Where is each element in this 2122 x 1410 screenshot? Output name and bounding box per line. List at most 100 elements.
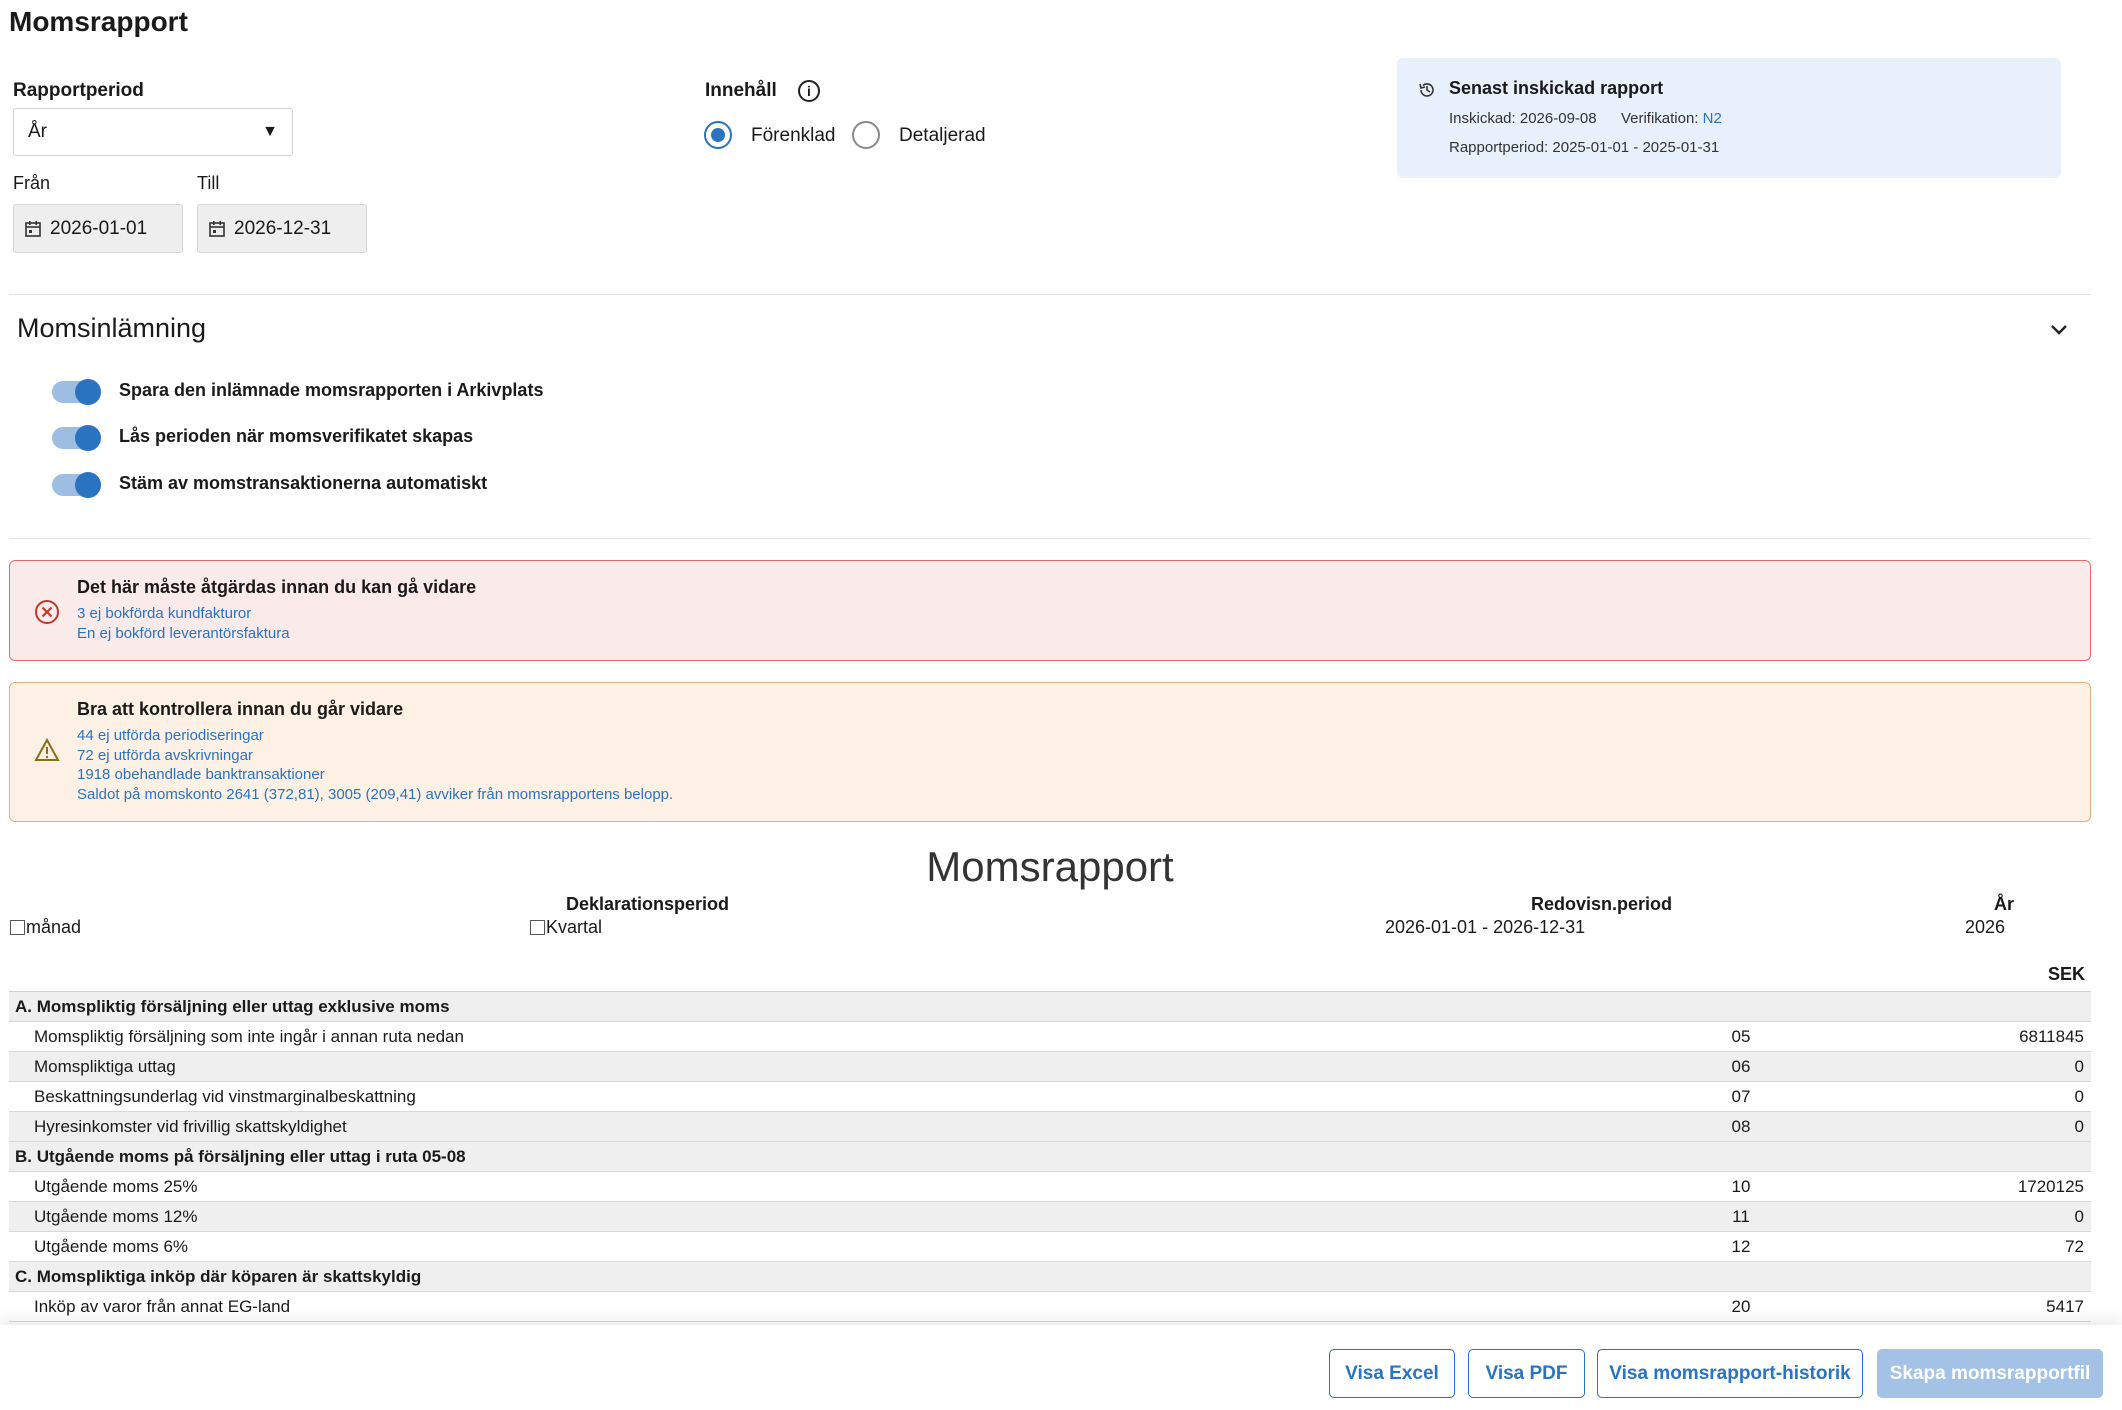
radio-detaljerad[interactable]: [852, 121, 880, 149]
last-report-period: Rapportperiod: 2025-01-01 - 2025-01-31: [1449, 139, 1720, 156]
period-select[interactable]: År ▼: [13, 108, 293, 156]
warning-triangle-icon: [34, 737, 60, 761]
toggle-reconcile-label: Stäm av momstransaktionerna automatiskt: [119, 473, 488, 493]
row-label: Utgående moms 12%: [9, 1201, 1691, 1232]
last-report-title: Senast inskickad rapport: [1449, 78, 1664, 98]
row-code: 11: [1691, 1201, 1791, 1232]
row-label: Momspliktiga uttag: [9, 1051, 1691, 1082]
table-section-row: C. Momspliktiga inköp där köparen är ska…: [9, 1261, 2091, 1292]
caret-down-icon: ▼: [262, 123, 278, 140]
create-report-file-button[interactable]: Skapa momsrapportfil: [1877, 1349, 2103, 1398]
verification-link[interactable]: N2: [1703, 110, 1722, 127]
section-label: A. Momspliktig försäljning eller uttag e…: [9, 991, 2091, 1022]
submitted-date: Inskickad: 2026-09-08: [1449, 110, 1597, 127]
row-label: Hyresinkomster vid frivillig skattskyldi…: [9, 1111, 1691, 1142]
history-icon: [1419, 83, 1434, 97]
submission-title: Momsinlämning: [17, 313, 207, 343]
warning-link-vat-balance[interactable]: Saldot på momskonto 2641 (372,81), 3005 …: [77, 786, 673, 803]
divider: [9, 538, 2091, 539]
row-code: 05: [1691, 1021, 1791, 1052]
radio-detaljerad-label: Detaljerad: [899, 125, 986, 146]
page-title: Momsrapport: [9, 6, 188, 37]
period-select-value: År: [28, 121, 47, 142]
table-row: Inköp av varor från annat EG-land 20 5417: [9, 1291, 2091, 1322]
table-row: Momspliktig försäljning som inte ingår i…: [9, 1021, 2091, 1052]
row-code: 07: [1691, 1081, 1791, 1112]
year-label: År: [1994, 894, 2015, 914]
show-history-button[interactable]: Visa momsrapport-historik: [1597, 1349, 1863, 1398]
year-value: 2026: [1965, 917, 2006, 937]
quarter-checkbox[interactable]: [530, 920, 545, 935]
table-row: Utgående moms 6% 12 72: [9, 1231, 2091, 1262]
row-value: 1720125: [1791, 1171, 2091, 1202]
row-code: 20: [1691, 1291, 1791, 1322]
toggle-save-archive[interactable]: [52, 379, 101, 405]
currency-label: SEK: [2048, 964, 2086, 984]
info-icon[interactable]: i: [798, 80, 820, 102]
content-label: Innehåll: [705, 80, 777, 101]
table-section-row: B. Utgående moms på försäljning eller ut…: [9, 1141, 2091, 1172]
row-label: Utgående moms 6%: [9, 1231, 1691, 1262]
last-report-submitted: Inskickad: 2026-09-08 Verifikation: N2: [1449, 110, 1722, 127]
row-value: 0: [1791, 1201, 2091, 1232]
table-row: Momspliktiga uttag 06 0: [9, 1051, 2091, 1082]
from-date-value: 2026-01-01: [50, 217, 148, 239]
from-date-field[interactable]: 2026-01-01: [13, 204, 183, 253]
warning-link-depreciations[interactable]: 72 ej utförda avskrivningar: [77, 747, 253, 764]
row-value: 0: [1791, 1081, 2091, 1112]
error-alert-title: Det här måste åtgärdas innan du kan gå v…: [77, 577, 477, 597]
warning-link-periodizations[interactable]: 44 ej utförda periodiseringar: [77, 727, 264, 744]
warning-alert-title: Bra att kontrollera innan du går vidare: [77, 699, 404, 719]
show-excel-button[interactable]: Visa Excel: [1329, 1349, 1455, 1398]
from-label: Från: [13, 173, 51, 193]
row-value: 6811845: [1791, 1021, 2091, 1052]
row-value: 0: [1791, 1051, 2091, 1082]
accounting-period-value: 2026-01-01 - 2026-12-31: [1385, 917, 1586, 937]
error-alert: Det här måste åtgärdas innan du kan gå v…: [9, 560, 2091, 661]
calendar-icon: [209, 220, 225, 237]
warning-alert: Bra att kontrollera innan du går vidare …: [9, 682, 2091, 822]
table-row: Utgående moms 12% 11 0: [9, 1201, 2091, 1232]
radio-forenklad[interactable]: [704, 121, 732, 149]
row-label: Momspliktig försäljning som inte ingår i…: [9, 1021, 1691, 1052]
toggle-save-archive-label: Spara den inlämnade momsrapporten i Arki…: [119, 380, 544, 400]
quarter-label: Kvartal: [546, 917, 603, 937]
show-pdf-button[interactable]: Visa PDF: [1468, 1349, 1585, 1398]
row-code: 12: [1691, 1231, 1791, 1262]
to-date-value: 2026-12-31: [234, 217, 332, 239]
table-row: Utgående moms 25% 10 1720125: [9, 1171, 2091, 1202]
section-label: C. Momspliktiga inköp där köparen är ska…: [9, 1261, 2091, 1292]
section-label: B. Utgående moms på försäljning eller ut…: [9, 1141, 2091, 1172]
to-label: Till: [197, 173, 220, 193]
to-date-field[interactable]: 2026-12-31: [197, 204, 367, 253]
row-code: 06: [1691, 1051, 1791, 1082]
radio-forenklad-label: Förenklad: [751, 125, 836, 146]
warning-link-bank-transactions[interactable]: 1918 obehandlade banktransaktioner: [77, 766, 325, 783]
toggle-lock-period-label: Lås perioden när momsverifikatet skapas: [119, 426, 474, 446]
declaration-period-label: Deklarationsperiod: [566, 894, 730, 914]
report-table: A. Momspliktig försäljning eller uttag e…: [9, 991, 2091, 1322]
error-link-supplier-invoice[interactable]: En ej bokförd leverantörsfaktura: [77, 625, 290, 642]
divider: [9, 294, 2091, 295]
month-checkbox[interactable]: [10, 920, 25, 935]
accounting-period-label: Redovisn.period: [1531, 894, 1673, 914]
last-report-panel: Senast inskickad rapport Inskickad: 2026…: [1397, 58, 2061, 178]
row-label: Inköp av varor från annat EG-land: [9, 1291, 1691, 1322]
error-circle-x-icon: [35, 600, 59, 624]
verification-label: Verifikation:: [1620, 110, 1699, 127]
period-label: Rapportperiod: [13, 80, 144, 101]
toggle-lock-period[interactable]: [52, 425, 101, 451]
row-label: Beskattningsunderlag vid vinstmarginalbe…: [9, 1081, 1691, 1112]
error-link-customer-invoices[interactable]: 3 ej bokförda kundfakturor: [77, 605, 251, 622]
row-code: 08: [1691, 1111, 1791, 1142]
row-value: 0: [1791, 1111, 2091, 1142]
row-label: Utgående moms 25%: [9, 1171, 1691, 1202]
row-value: 5417: [1791, 1291, 2091, 1322]
chevron-down-icon[interactable]: [2048, 318, 2070, 340]
table-row: Beskattningsunderlag vid vinstmarginalbe…: [9, 1081, 2091, 1112]
calendar-icon: [25, 220, 41, 237]
month-label: månad: [26, 917, 82, 937]
row-code: 10: [1691, 1171, 1791, 1202]
row-value: 72: [1791, 1231, 2091, 1262]
toggle-reconcile[interactable]: [52, 472, 101, 498]
